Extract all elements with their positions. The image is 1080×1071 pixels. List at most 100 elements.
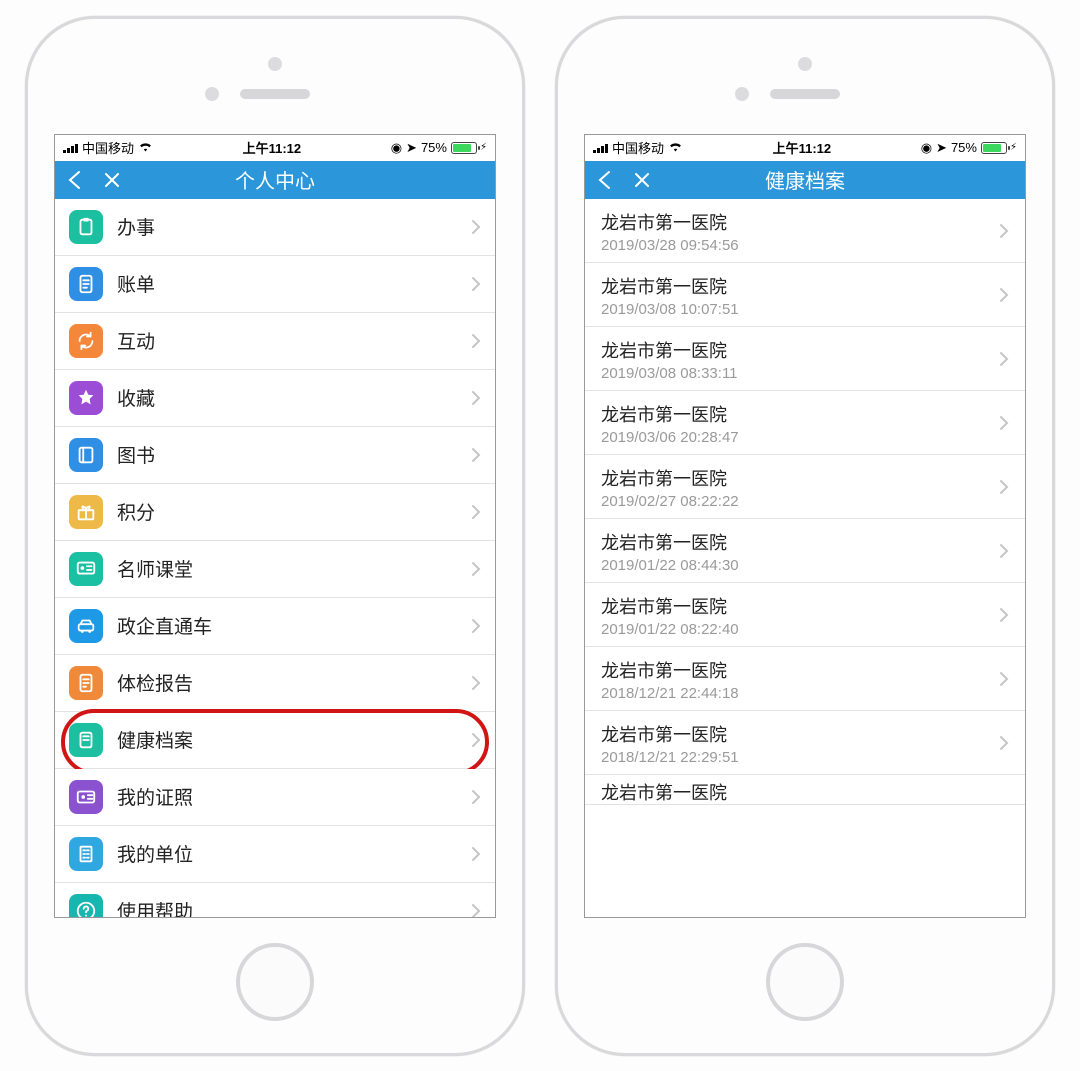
chevron-right-icon	[471, 276, 481, 292]
record-item-0[interactable]: 龙岩市第一医院2019/03/28 09:54:56	[585, 199, 1025, 263]
chevron-right-icon	[471, 675, 481, 691]
record-time: 2018/12/21 22:29:51	[601, 749, 999, 766]
record-title: 龙岩市第一医院	[601, 779, 1009, 805]
record-item-3[interactable]: 龙岩市第一医院2019/03/06 20:28:47	[585, 391, 1025, 455]
phone-camera	[798, 57, 812, 71]
phone-speaker	[240, 89, 310, 99]
screen-right: 中国移动 上午11:12 ◉ ➤ 75% ⚡︎ 健康档案	[584, 134, 1026, 918]
car-icon	[69, 609, 103, 643]
record-time: 2019/02/27 08:22:22	[601, 493, 999, 510]
record-time: 2019/03/06 20:28:47	[601, 429, 999, 446]
chevron-right-icon	[999, 543, 1009, 559]
record-item-2[interactable]: 龙岩市第一医院2019/03/08 08:33:11	[585, 327, 1025, 391]
phone-sensor	[735, 87, 749, 101]
record-item-1[interactable]: 龙岩市第一医院2019/03/08 10:07:51	[585, 263, 1025, 327]
nav-bar: 个人中心	[55, 161, 495, 199]
chevron-right-icon	[471, 390, 481, 406]
location-icon: ➤	[406, 140, 417, 156]
records-list: 龙岩市第一医院2019/03/28 09:54:56龙岩市第一医院2019/03…	[585, 199, 1025, 917]
menu-item-11[interactable]: 我的单位	[55, 826, 495, 883]
building-icon	[69, 837, 103, 871]
chevron-right-icon	[471, 846, 481, 862]
record-title: 龙岩市第一医院	[601, 529, 999, 555]
chevron-right-icon	[999, 287, 1009, 303]
close-button[interactable]	[623, 161, 661, 199]
record-time: 2019/01/22 08:22:40	[601, 621, 999, 638]
wifi-icon	[668, 140, 683, 155]
clipboard-icon	[69, 210, 103, 244]
menu-item-4[interactable]: 图书	[55, 427, 495, 484]
menu-item-8[interactable]: 体检报告	[55, 655, 495, 712]
chevron-right-icon	[999, 479, 1009, 495]
signal-icon	[63, 142, 78, 153]
record-time: 2019/03/08 10:07:51	[601, 301, 999, 318]
menu-item-0[interactable]: 办事	[55, 199, 495, 256]
menu-list: 办事账单互动收藏图书积分名师课堂政企直通车体检报告健康档案我的证照我的单位使用帮…	[55, 199, 495, 917]
menu-item-label: 我的证照	[117, 783, 471, 810]
menu-item-7[interactable]: 政企直通车	[55, 598, 495, 655]
folder-icon	[69, 723, 103, 757]
record-title: 龙岩市第一医院	[601, 593, 999, 619]
phone-frame-left: 中国移动 上午11:12 ◉ ➤ 75% ⚡︎ 个人中心	[25, 16, 525, 1056]
menu-item-label: 办事	[117, 213, 471, 240]
chevron-right-icon	[471, 732, 481, 748]
record-title: 龙岩市第一医院	[601, 209, 999, 235]
menu-item-9[interactable]: 健康档案	[55, 712, 495, 769]
phone-frame-right: 中国移动 上午11:12 ◉ ➤ 75% ⚡︎ 健康档案	[555, 16, 1055, 1056]
record-time: 2019/01/22 08:44:30	[601, 557, 999, 574]
chevron-right-icon	[471, 903, 481, 917]
back-button[interactable]	[55, 161, 93, 199]
chevron-right-icon	[999, 671, 1009, 687]
chevron-right-icon	[471, 618, 481, 634]
close-button[interactable]	[93, 161, 131, 199]
menu-item-2[interactable]: 互动	[55, 313, 495, 370]
battery-icon: ⚡︎	[981, 142, 1017, 154]
record-title: 龙岩市第一医院	[601, 465, 999, 491]
carrier-label: 中国移动	[82, 138, 134, 157]
menu-item-label: 互动	[117, 327, 471, 354]
menu-item-3[interactable]: 收藏	[55, 370, 495, 427]
battery-pct: 75%	[951, 140, 977, 155]
menu-item-label: 健康档案	[117, 726, 471, 753]
idcard-icon	[69, 780, 103, 814]
status-bar: 中国移动 上午11:12 ◉ ➤ 75% ⚡︎	[55, 135, 495, 161]
menu-item-label: 账单	[117, 270, 471, 297]
menu-item-label: 使用帮助	[117, 897, 471, 917]
battery-pct: 75%	[421, 140, 447, 155]
chevron-right-icon	[471, 333, 481, 349]
chevron-right-icon	[999, 735, 1009, 751]
menu-item-label: 政企直通车	[117, 612, 471, 639]
record-item-partial[interactable]: 龙岩市第一医院	[585, 775, 1025, 805]
menu-item-1[interactable]: 账单	[55, 256, 495, 313]
home-button[interactable]	[766, 943, 844, 1021]
menu-item-label: 积分	[117, 498, 471, 525]
menu-item-5[interactable]: 积分	[55, 484, 495, 541]
menu-item-12[interactable]: 使用帮助	[55, 883, 495, 917]
record-item-7[interactable]: 龙岩市第一医院2018/12/21 22:44:18	[585, 647, 1025, 711]
record-item-5[interactable]: 龙岩市第一医院 2019/01/22 08:44:30	[585, 519, 1025, 583]
nav-bar: 健康档案	[585, 161, 1025, 199]
star-icon	[69, 381, 103, 415]
menu-item-6[interactable]: 名师课堂	[55, 541, 495, 598]
screen-left: 中国移动 上午11:12 ◉ ➤ 75% ⚡︎ 个人中心	[54, 134, 496, 918]
back-button[interactable]	[585, 161, 623, 199]
alarm-icon: ◉	[921, 140, 932, 156]
record-item-4[interactable]: 龙岩市第一医院 2019/02/27 08:22:22	[585, 455, 1025, 519]
menu-item-label: 名师课堂	[117, 555, 471, 582]
record-time: 2018/12/21 22:44:18	[601, 685, 999, 702]
signal-icon	[593, 142, 608, 153]
record-title: 龙岩市第一医院	[601, 721, 999, 747]
home-button[interactable]	[236, 943, 314, 1021]
help-icon	[69, 894, 103, 917]
phone-camera	[268, 57, 282, 71]
report-icon	[69, 666, 103, 700]
battery-icon: ⚡︎	[451, 142, 487, 154]
chevron-right-icon	[471, 561, 481, 577]
menu-item-label: 我的单位	[117, 840, 471, 867]
menu-item-label: 收藏	[117, 384, 471, 411]
record-item-8[interactable]: 龙岩市第一医院 2018/12/21 22:29:51	[585, 711, 1025, 775]
book-icon	[69, 438, 103, 472]
record-item-6[interactable]: 龙岩市第一医院 2019/01/22 08:22:40	[585, 583, 1025, 647]
menu-item-10[interactable]: 我的证照	[55, 769, 495, 826]
refresh-icon	[69, 324, 103, 358]
